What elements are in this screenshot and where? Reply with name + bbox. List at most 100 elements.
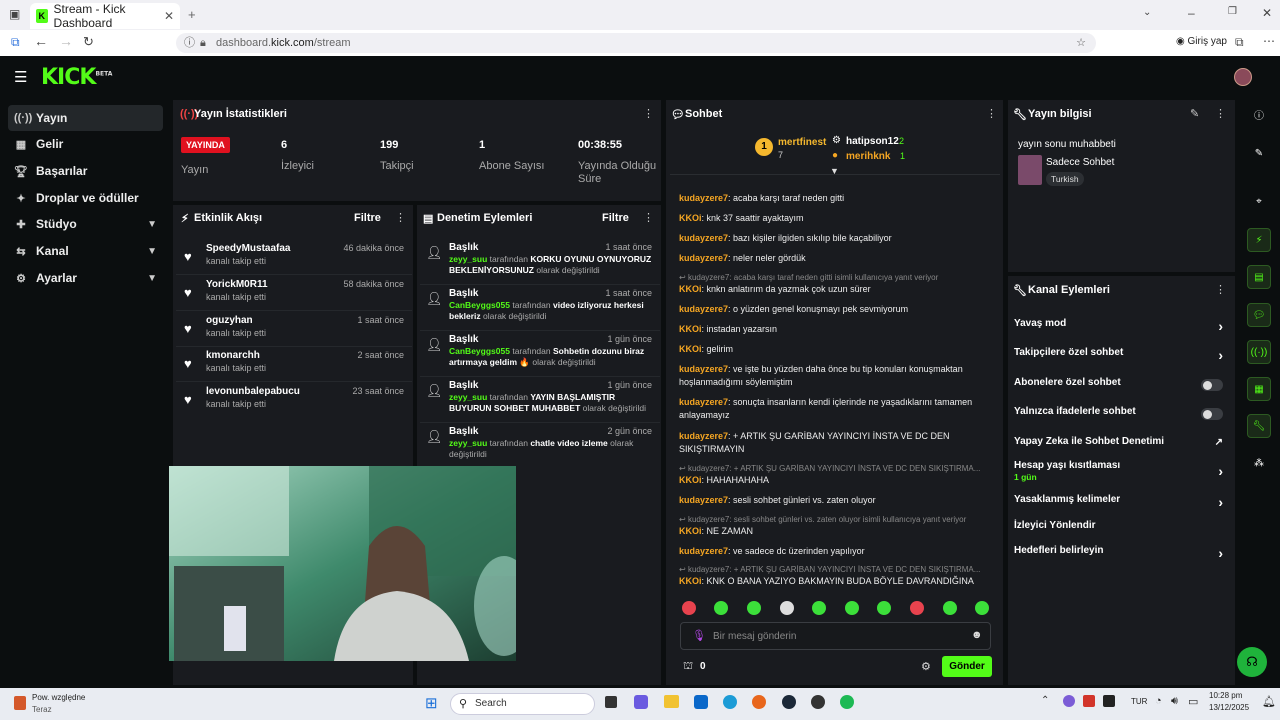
minimize-icon[interactable]: – — [1188, 6, 1195, 20]
chat-user[interactable]: kudayzere7 — [679, 233, 728, 243]
tab-actions-icon[interactable]: ▣ — [9, 7, 20, 21]
chat-user[interactable]: KKOi — [679, 213, 702, 223]
action-set-goals[interactable]: Hedefleri belirleyin › — [1014, 545, 1229, 567]
document-rail-icon[interactable]: ▤ — [1247, 265, 1271, 289]
teams-icon[interactable] — [634, 695, 648, 709]
sidebar-item-yayin[interactable]: ((·)) Yayın — [8, 105, 163, 131]
tab-list-icon[interactable]: ⌄ — [1143, 7, 1151, 18]
points-icon[interactable]: ⛫ — [683, 660, 693, 674]
volume-icon[interactable]: 🔊︎ — [1171, 695, 1178, 708]
emote-icon[interactable] — [975, 601, 989, 615]
moderation-menu-icon[interactable]: ⋮ — [643, 211, 654, 224]
profile-button[interactable]: ◉ Giriş yap — [1176, 36, 1227, 47]
action-emote-only[interactable]: Yalnızca ifadelerle sohbet — [1014, 406, 1229, 428]
pen-icon[interactable]: ✎ — [1247, 142, 1271, 166]
sidebar-item-studyo[interactable]: ✚ Stüdyo ▼ — [8, 211, 163, 237]
subs-only-toggle[interactable] — [1201, 379, 1223, 391]
weather-title[interactable]: Pow. względne — [32, 693, 85, 702]
broadcast-rail-icon[interactable]: ((·)) — [1247, 340, 1271, 364]
event-user[interactable]: oguzyhan — [206, 315, 253, 326]
chat-user[interactable]: kudayzere7 — [679, 193, 728, 203]
back-icon[interactable]: ← — [34, 33, 48, 49]
add-widget-icon[interactable]: ⁂ — [1247, 452, 1271, 476]
edit-icon[interactable]: ✎ — [1190, 107, 1199, 120]
favorite-star-icon[interactable]: ☆ — [1076, 33, 1086, 53]
category-name[interactable]: Sadece Sohbet — [1046, 157, 1114, 168]
emote-icon[interactable] — [682, 601, 696, 615]
chat-settings-icon[interactable]: ⚙ — [921, 660, 931, 673]
sidebar-item-basarilar[interactable]: 🏆︎ Başarılar — [8, 158, 163, 184]
chat-user[interactable]: kudayzere7 — [679, 364, 728, 374]
tray-app-icon[interactable] — [1083, 695, 1095, 707]
browser-tab[interactable]: K Stream - Kick Dashboard ✕ — [30, 2, 180, 30]
bolt-rail-icon[interactable]: ⚡︎ — [1247, 228, 1271, 252]
activity-filter-button[interactable]: Filtre — [354, 212, 381, 224]
event-user[interactable]: SpeedyMustaafaa — [206, 243, 290, 254]
emote-icon[interactable] — [910, 601, 924, 615]
close-window-icon[interactable]: ✕ — [1262, 6, 1272, 20]
channel-actions-menu-icon[interactable]: ⋮ — [1215, 283, 1226, 296]
chat-rail-icon[interactable]: 💬︎ — [1247, 303, 1271, 327]
emote-only-toggle[interactable] — [1201, 408, 1223, 420]
send-button[interactable]: Gönder — [942, 656, 992, 677]
tray-app-icon[interactable] — [1063, 695, 1075, 707]
collections-icon[interactable]: ⧉ — [11, 35, 20, 50]
taskbar-search[interactable]: ⚲ Search — [450, 693, 595, 715]
maximize-icon[interactable]: ❐ — [1228, 6, 1237, 17]
extensions-icon[interactable]: ⧉ — [1235, 35, 1244, 50]
notifications-icon[interactable]: 🔔︎ — [1262, 695, 1276, 708]
sidebar-item-droplar[interactable]: ✦ Droplar ve ödüller — [8, 185, 163, 211]
action-ai-moderation[interactable]: Yapay Zeka ile Sohbet Denetimi ↗ — [1014, 436, 1229, 458]
language-indicator[interactable]: TUR — [1131, 697, 1147, 706]
chat-user[interactable]: kudayzere7 — [679, 546, 728, 556]
mod-user[interactable]: CanBeyggs055 — [449, 300, 510, 310]
chat-user[interactable]: KKOi — [679, 344, 702, 354]
emote-icon[interactable] — [812, 601, 826, 615]
forward-icon[interactable]: → — [59, 33, 73, 49]
focus-icon[interactable]: ⌖ — [1247, 190, 1271, 214]
chat-user[interactable]: KKOi — [679, 576, 702, 586]
emote-icon[interactable] — [747, 601, 761, 615]
refresh-icon[interactable]: ↻ — [83, 34, 94, 50]
chat-input[interactable]: 🎙︎ Bir mesaj gönderin ☻ — [680, 622, 991, 650]
info-icon[interactable]: ⓘ — [1247, 105, 1271, 129]
user-avatar[interactable] — [1234, 68, 1252, 86]
emoji-icon[interactable]: ☻ — [971, 629, 983, 641]
emote-icon[interactable] — [845, 601, 859, 615]
action-banned-words[interactable]: Yasaklanmış kelimeler › — [1014, 494, 1229, 516]
clock-time[interactable]: 10:28 pm — [1209, 691, 1242, 700]
top-user-name[interactable]: merihknk — [846, 151, 890, 162]
sidebar-item-ayarlar[interactable]: ⚙ Ayarlar ▼ — [8, 265, 163, 291]
battery-icon[interactable]: ▭ — [1188, 695, 1198, 708]
sidebar-item-kanal[interactable]: ⇆ Kanal ▼ — [8, 238, 163, 264]
spotify-icon[interactable] — [840, 695, 854, 709]
obs-icon[interactable] — [811, 695, 825, 709]
activity-menu-icon[interactable]: ⋮ — [395, 211, 406, 224]
top-user-name[interactable]: hatipson12 — [846, 136, 899, 147]
emote-icon[interactable] — [943, 601, 957, 615]
edge-icon[interactable] — [723, 695, 737, 709]
action-followers-only[interactable]: Takipçilere özel sohbet › — [1014, 347, 1229, 369]
sidebar-item-gelir[interactable]: ▦ Gelir — [8, 131, 163, 157]
chat-user[interactable]: KKOi — [679, 284, 702, 294]
chat-user[interactable]: KKOi — [679, 324, 702, 334]
action-account-age[interactable]: Hesap yaşı kısıtlaması › 1 gün — [1014, 460, 1229, 484]
task-view-icon[interactable] — [605, 696, 617, 708]
stream-info-menu-icon[interactable]: ⋮ — [1215, 107, 1226, 120]
chat-user[interactable]: kudayzere7 — [679, 304, 728, 314]
mod-user[interactable]: zeyy_suu — [449, 254, 487, 264]
windows-start-icon[interactable]: ⊞ — [425, 694, 438, 712]
new-tab-icon[interactable]: + — [188, 7, 196, 22]
chat-user[interactable]: kudayzere7 — [679, 397, 728, 407]
layout-rail-icon[interactable]: ▦ — [1247, 377, 1271, 401]
tray-app-icon[interactable] — [1103, 695, 1115, 707]
mod-user[interactable]: zeyy_suu — [449, 438, 487, 448]
chat-user[interactable]: kudayzere7 — [679, 431, 728, 441]
wifi-icon[interactable]: ◔ — [1155, 695, 1162, 707]
action-slow-mode[interactable]: Yavaş mod › — [1014, 318, 1229, 340]
support-button[interactable]: ☊ — [1237, 647, 1267, 677]
chat-user[interactable]: KKOi — [679, 526, 702, 536]
top-user-name[interactable]: mertfinest — [778, 137, 826, 148]
close-tab-icon[interactable]: ✕ — [164, 9, 174, 23]
microphone-icon[interactable]: 🎙︎ — [692, 629, 706, 642]
